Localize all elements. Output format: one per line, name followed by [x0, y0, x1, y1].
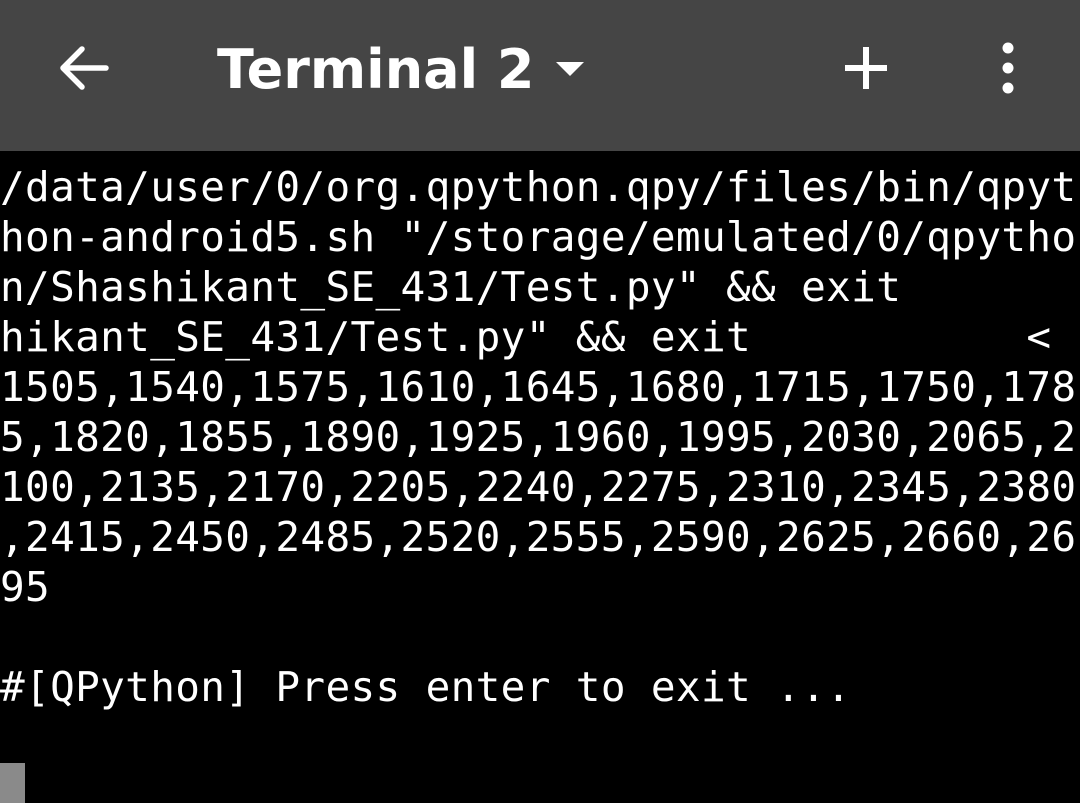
terminal-prompt-line: #[QPython] Press enter to exit ... — [0, 663, 852, 711]
terminal-output[interactable]: /data/user/0/org.qpython.qpy/files/bin/q… — [0, 151, 1080, 803]
terminal-line: /data/user/0/org.qpython.qpy/files/bin/q… — [0, 163, 1077, 211]
terminal-line: 5,1820,1855,1890,1925,1960,1995,2030,206… — [0, 413, 1077, 461]
app-title: Terminal 2 — [217, 38, 535, 101]
more-options-button[interactable] — [980, 30, 1036, 106]
plus-icon — [845, 47, 887, 89]
app-bar: Terminal 2 — [0, 0, 1080, 151]
terminal-line: 1505,1540,1575,1610,1645,1680,1715,1750,… — [0, 363, 1077, 411]
terminal-line: ,2415,2450,2485,2520,2555,2590,2625,2660… — [0, 513, 1077, 561]
terminal-session-dropdown[interactable]: Terminal 2 — [210, 20, 600, 116]
back-button[interactable] — [46, 26, 122, 110]
terminal-line: 95 — [0, 563, 51, 611]
terminal-line: n/Shashikant_SE_431/Test.py" && exit — [0, 263, 902, 311]
new-terminal-button[interactable] — [830, 30, 902, 106]
terminal-cursor — [0, 763, 25, 803]
terminal-line: hikant_SE_431/Test.py" && exit < — [0, 313, 1052, 361]
more-vertical-icon — [1002, 42, 1014, 94]
caret-down-icon — [556, 62, 584, 76]
arrow-left-icon — [60, 46, 109, 90]
terminal-line: hon-android5.sh "/storage/emulated/0/qpy… — [0, 213, 1077, 261]
terminal-line: 100,2135,2170,2205,2240,2275,2310,2345,2… — [0, 463, 1077, 511]
